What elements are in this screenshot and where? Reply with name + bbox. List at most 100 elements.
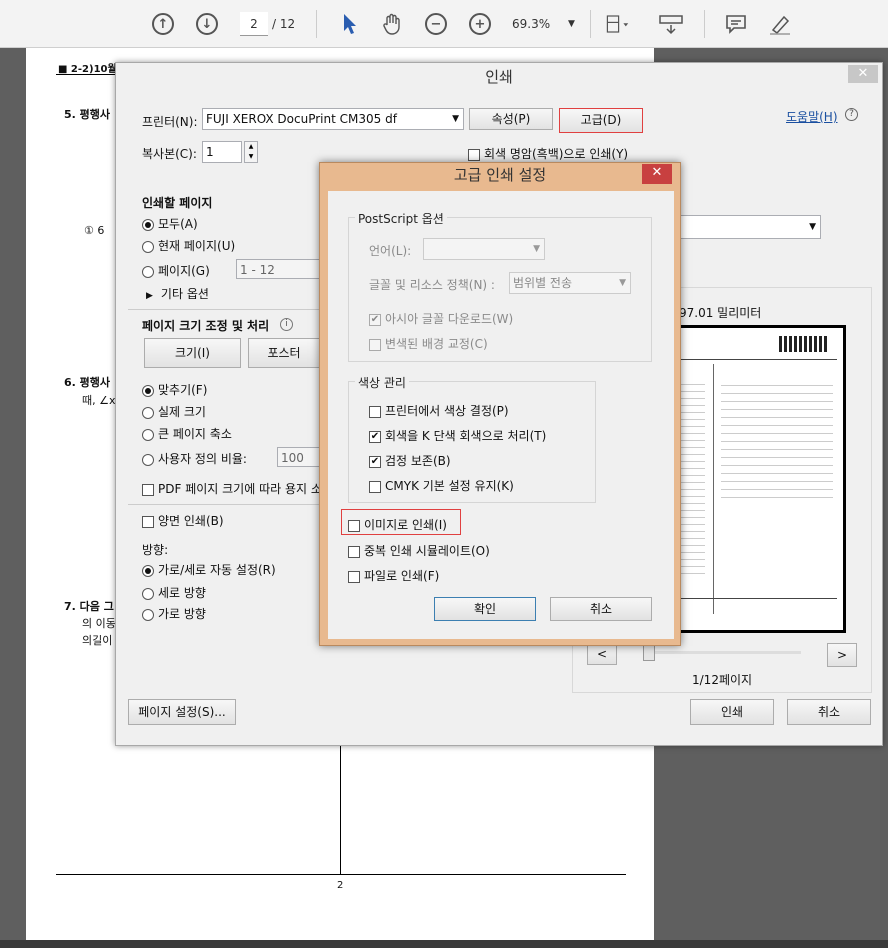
page-setup-button[interactable]: 페이지 설정(S)... <box>128 699 236 725</box>
radio-selected[interactable] <box>142 218 154 231</box>
ok-button[interactable]: 확인 <box>434 597 536 621</box>
fit-page-icon[interactable] <box>605 12 629 36</box>
gray-as-k-option[interactable]: ✔ 회색을 K 단색 회색으로 처리(T) <box>369 427 546 444</box>
prev-page-button[interactable]: < <box>587 643 617 665</box>
checkbox-checked[interactable]: ✔ <box>369 430 381 443</box>
radio[interactable] <box>142 265 154 278</box>
print-as-image-option[interactable]: 이미지로 인쇄(I) <box>348 516 447 533</box>
pdf-page-size-option[interactable]: PDF 페이지 크기에 따라 용지 소 <box>142 480 322 497</box>
checkbox[interactable] <box>369 480 381 493</box>
next-page-icon[interactable]: ↓ <box>195 12 219 36</box>
zoom-level[interactable]: 69.3% ▼ <box>512 12 584 36</box>
custom-scale-input[interactable]: 100 <box>277 447 320 467</box>
grayscale-checkbox[interactable] <box>468 148 480 161</box>
toolbar-divider <box>704 10 705 38</box>
pages-section-title: 인쇄할 페이지 <box>142 196 213 210</box>
custom-scale-option[interactable]: 사용자 정의 비율: <box>142 450 247 467</box>
language-select[interactable]: ▼ <box>423 238 545 260</box>
toolbar-divider <box>590 10 591 38</box>
pages-current-option[interactable]: 현재 페이지(U) <box>142 237 235 254</box>
printer-label: 프린터(N): <box>142 115 198 129</box>
checkbox[interactable] <box>369 405 381 418</box>
scroll-mode-icon[interactable] <box>659 12 683 36</box>
size-button[interactable]: 크기(I) <box>144 338 241 368</box>
duplex-option[interactable]: 양면 인쇄(B) <box>142 512 224 529</box>
comment-icon[interactable] <box>724 12 748 36</box>
page-number-input[interactable]: 2 <box>240 12 268 36</box>
checkbox-checked[interactable]: ✔ <box>369 313 381 326</box>
color-management-group: 색상 관리 프린터에서 색상 결정(P) ✔ 회색을 K 단색 회색으로 처리(T… <box>348 374 596 503</box>
print-button[interactable]: 인쇄 <box>690 699 774 725</box>
radio-selected[interactable] <box>142 564 154 577</box>
checkbox[interactable] <box>348 545 360 558</box>
zoom-out-icon[interactable]: − <box>424 12 448 36</box>
orient-auto-option[interactable]: 가로/세로 자동 설정(R) <box>142 561 276 578</box>
cancel-button[interactable]: 취소 <box>550 597 652 621</box>
keep-cmyk-label: CMYK 기본 설정 유지(K) <box>385 479 514 493</box>
question-6: 6. 평행사 <box>64 376 111 389</box>
previous-page-icon[interactable]: ↑ <box>151 12 175 36</box>
printer-select[interactable]: FUJI XEROX DocuPrint CM305 df ▼ <box>202 108 464 130</box>
checkbox[interactable] <box>348 519 360 532</box>
select-cursor-icon[interactable] <box>338 12 362 36</box>
zoom-in-icon[interactable]: + <box>468 12 492 36</box>
checkbox[interactable] <box>369 338 381 351</box>
correct-background-label: 변색된 배경 교정(C) <box>385 337 488 351</box>
cancel-button[interactable]: 취소 <box>787 699 871 725</box>
print-to-file-option[interactable]: 파일로 인쇄(F) <box>348 567 439 584</box>
custom-scale-label: 사용자 정의 비율: <box>158 452 247 466</box>
radio[interactable] <box>142 240 154 253</box>
font-policy-select[interactable]: 범위별 전송 ▼ <box>509 272 631 294</box>
properties-button[interactable]: 속성(P) <box>469 108 553 130</box>
grayscale-option[interactable]: 회색 명암(흑백)으로 인쇄(Y) <box>468 145 628 162</box>
radio[interactable] <box>142 428 154 441</box>
hand-tool-icon[interactable] <box>380 12 404 36</box>
preserve-black-option[interactable]: ✔ 검정 보존(B) <box>369 452 451 469</box>
orient-landscape-option[interactable]: 가로 방향 <box>142 605 206 622</box>
close-icon[interactable]: ✕ <box>848 65 878 83</box>
simulate-overprint-option[interactable]: 중복 인쇄 시뮬레이트(O) <box>348 542 490 559</box>
highlight-pen-icon[interactable] <box>768 12 792 36</box>
question-7-line2: 의 이동 <box>82 617 116 630</box>
advanced-button[interactable]: 고급(D) <box>559 108 643 133</box>
printer-color-option[interactable]: 프린터에서 색상 결정(P) <box>369 402 509 419</box>
radio[interactable] <box>142 453 154 466</box>
radio[interactable] <box>142 587 154 600</box>
orient-portrait-label: 세로 방향 <box>158 586 206 600</box>
help-link[interactable]: 도움말(H) <box>786 108 838 125</box>
triangle-right-icon: ▶ <box>146 291 153 301</box>
pages-all-option[interactable]: 모두(A) <box>142 215 198 232</box>
info-icon[interactable]: i <box>280 318 293 331</box>
correct-background-option[interactable]: 변색된 배경 교정(C) <box>369 335 488 352</box>
poster-button[interactable]: 포스터 <box>248 338 320 368</box>
preview-page-indicator: 1/12페이지 <box>692 673 753 687</box>
checkbox[interactable] <box>142 515 154 528</box>
checkbox[interactable] <box>142 483 154 496</box>
pages-all-label: 모두(A) <box>158 217 198 231</box>
section-divider <box>128 504 320 505</box>
preview-slider-thumb[interactable] <box>643 645 655 661</box>
radio-selected[interactable] <box>142 384 154 397</box>
next-page-button[interactable]: > <box>827 643 857 667</box>
radio[interactable] <box>142 406 154 419</box>
comments-forms-select[interactable]: ▼ <box>679 215 821 239</box>
orient-portrait-option[interactable]: 세로 방향 <box>142 584 206 601</box>
help-icon[interactable]: ? <box>845 108 858 121</box>
section-divider <box>128 309 320 310</box>
shrink-option[interactable]: 큰 페이지 축소 <box>142 425 232 442</box>
actual-size-option[interactable]: 실제 크기 <box>142 403 206 420</box>
checkbox[interactable] <box>348 570 360 583</box>
more-options-toggle[interactable]: ▶ 기타 옵션 <box>146 285 209 302</box>
fit-option[interactable]: 맞추기(F) <box>142 381 207 398</box>
download-asian-fonts-option[interactable]: ✔ 아시아 글꼴 다운로드(W) <box>369 310 513 327</box>
close-icon[interactable]: ✕ <box>642 164 672 184</box>
grayscale-label: 회색 명암(흑백)으로 인쇄(Y) <box>484 147 629 161</box>
copies-input[interactable]: 1 <box>202 141 242 163</box>
pages-range-option[interactable]: 페이지(G) <box>142 262 210 279</box>
advanced-print-dialog: 고급 인쇄 설정 ✕ PostScript 옵션 언어(L): ▼ 글꼴 및 리… <box>319 162 681 646</box>
copies-stepper[interactable]: ▲ ▼ <box>244 141 258 163</box>
pages-range-input[interactable]: 1 - 12 <box>236 259 320 279</box>
radio[interactable] <box>142 608 154 621</box>
checkbox-checked[interactable]: ✔ <box>369 455 381 468</box>
keep-cmyk-option[interactable]: CMYK 기본 설정 유지(K) <box>369 477 514 494</box>
